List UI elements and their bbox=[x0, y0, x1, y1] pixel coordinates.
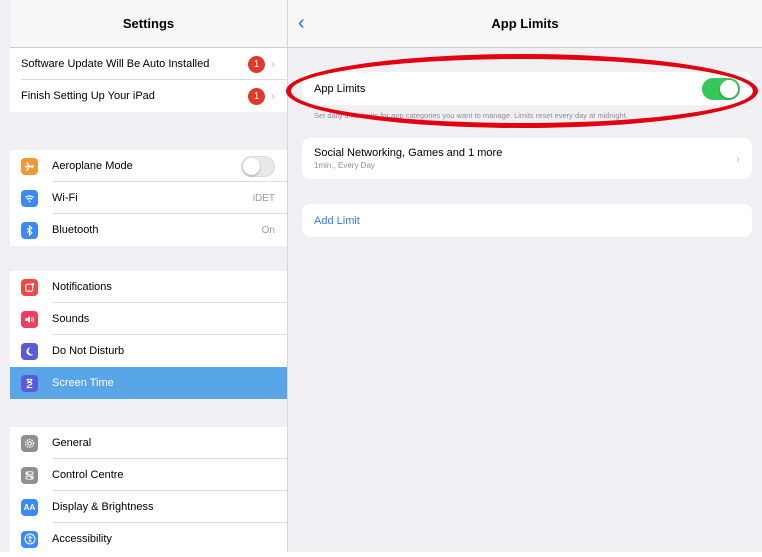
bluetooth-value: On bbox=[261, 224, 275, 236]
connectivity-group: Aeroplane Mode Wi-Fi iDET Bluetooth On bbox=[10, 150, 287, 246]
general-group: General Control Centre AA Display & Brig… bbox=[10, 427, 287, 555]
control-centre-label: Control Centre bbox=[52, 469, 124, 481]
app-limits-card: App Limits bbox=[302, 72, 752, 105]
software-update-badge: 1 bbox=[248, 55, 265, 73]
sidebar-item-control-centre[interactable]: Control Centre bbox=[10, 459, 287, 491]
notifications-icon bbox=[21, 278, 38, 296]
moon-icon bbox=[21, 342, 38, 360]
chevron-right-icon: › bbox=[736, 151, 740, 166]
do-not-disturb-label: Do Not Disturb bbox=[52, 345, 125, 357]
sounds-icon bbox=[21, 310, 38, 328]
aeroplane-mode-toggle[interactable] bbox=[241, 155, 275, 177]
limit-title: Social Networking, Games and 1 more bbox=[314, 147, 503, 159]
limit-card: Social Networking, Games and 1 more 1min… bbox=[302, 138, 752, 179]
wifi-label: Wi-Fi bbox=[52, 192, 78, 204]
airplane-icon bbox=[21, 157, 38, 175]
software-update-row[interactable]: Software Update Will Be Auto Installed 1… bbox=[10, 48, 287, 80]
app-limits-toggle[interactable] bbox=[702, 77, 740, 100]
settings-title: Settings bbox=[10, 0, 287, 48]
sounds-label: Sounds bbox=[52, 313, 90, 325]
app-limits-footnote: Set daily time limits for app categories… bbox=[314, 111, 628, 120]
gear-icon bbox=[21, 434, 38, 452]
wifi-value: iDET bbox=[252, 192, 275, 204]
sidebar-item-sounds[interactable]: Sounds bbox=[10, 303, 287, 335]
alerts-group: Notifications Sounds Do Not Disturb Scre… bbox=[10, 271, 287, 399]
sidebar-item-do-not-disturb[interactable]: Do Not Disturb bbox=[10, 335, 287, 367]
app-limits-label: App Limits bbox=[314, 82, 366, 95]
bluetooth-label: Bluetooth bbox=[52, 224, 99, 236]
wifi-icon bbox=[21, 189, 38, 207]
sidebar-item-general[interactable]: General bbox=[10, 427, 287, 459]
sidebar-item-aeroplane-mode: Aeroplane Mode bbox=[10, 150, 287, 182]
bottom-divider bbox=[0, 552, 762, 557]
chevron-right-icon: › bbox=[271, 89, 275, 103]
notices-group: Software Update Will Be Auto Installed 1… bbox=[10, 48, 287, 112]
sidebar-item-display-brightness[interactable]: AA Display & Brightness bbox=[10, 491, 287, 523]
add-limit-card: Add Limit bbox=[302, 204, 752, 237]
aeroplane-mode-label: Aeroplane Mode bbox=[52, 160, 133, 172]
control-centre-icon bbox=[21, 466, 38, 484]
finish-setup-row[interactable]: Finish Setting Up Your iPad 1 › bbox=[10, 80, 287, 112]
page-title: App Limits bbox=[491, 16, 559, 31]
sidebar-item-screen-time[interactable]: Screen Time bbox=[10, 367, 287, 399]
detail-header: ‹ App Limits bbox=[288, 0, 762, 48]
add-limit-button[interactable]: Add Limit bbox=[302, 204, 752, 237]
sidebar-item-accessibility[interactable]: Accessibility bbox=[10, 523, 287, 555]
chevron-right-icon: › bbox=[271, 57, 275, 71]
chevron-left-icon[interactable]: ‹ bbox=[298, 12, 305, 35]
display-icon: AA bbox=[21, 498, 38, 516]
limit-subtitle: 1min., Every Day bbox=[314, 161, 375, 170]
display-brightness-label: Display & Brightness bbox=[52, 501, 154, 513]
sidebar-item-wifi[interactable]: Wi-Fi iDET bbox=[10, 182, 287, 214]
finish-setup-label: Finish Setting Up Your iPad bbox=[21, 90, 155, 102]
notifications-label: Notifications bbox=[52, 281, 112, 293]
app-limits-row: App Limits bbox=[302, 72, 752, 105]
settings-sidebar: Settings Software Update Will Be Auto In… bbox=[10, 0, 288, 557]
bluetooth-icon bbox=[21, 221, 38, 239]
limit-row[interactable]: Social Networking, Games and 1 more 1min… bbox=[302, 138, 752, 179]
sidebar-item-bluetooth[interactable]: Bluetooth On bbox=[10, 214, 287, 246]
detail-pane: ‹ App Limits App Limits Set daily time l… bbox=[288, 0, 762, 557]
hourglass-icon bbox=[21, 374, 38, 392]
limit-text: Social Networking, Games and 1 more 1min… bbox=[314, 147, 736, 170]
finish-setup-badge: 1 bbox=[248, 87, 265, 105]
general-label: General bbox=[52, 437, 92, 449]
screen-time-label: Screen Time bbox=[52, 377, 114, 389]
accessibility-label: Accessibility bbox=[52, 533, 112, 545]
sidebar-item-notifications[interactable]: Notifications bbox=[10, 271, 287, 303]
software-update-label: Software Update Will Be Auto Installed bbox=[21, 58, 210, 70]
accessibility-icon bbox=[21, 530, 38, 548]
